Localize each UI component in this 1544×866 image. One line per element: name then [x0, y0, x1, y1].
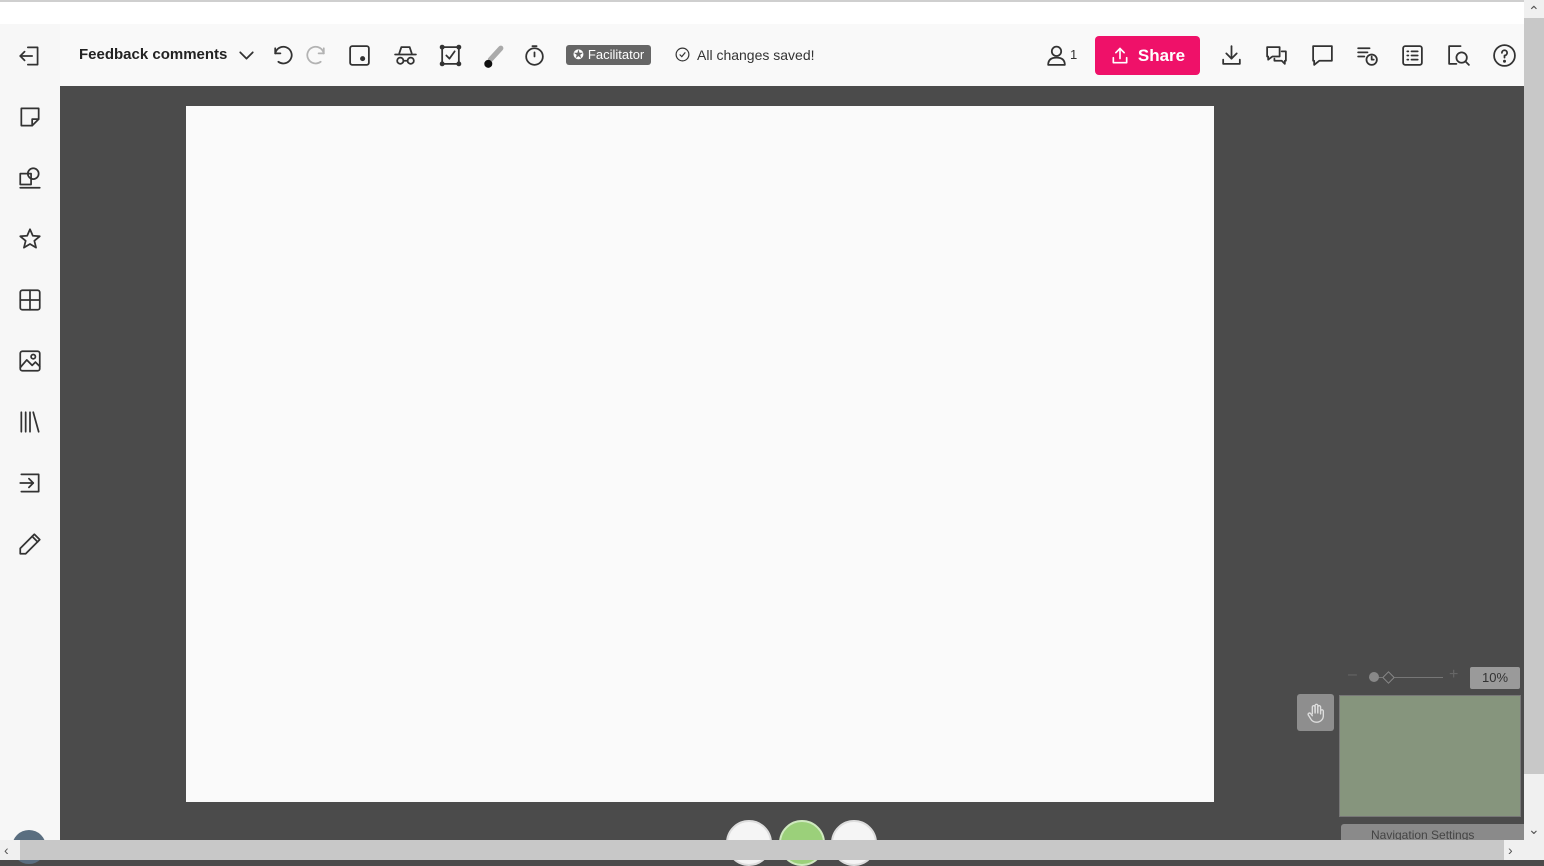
- scroll-down-icon[interactable]: ⌄: [1528, 822, 1540, 836]
- facilitator-icon: ✪: [573, 47, 584, 62]
- navigation-settings-button[interactable]: Navigation Settings: [1341, 824, 1544, 840]
- online-users-count: 1: [1070, 47, 1078, 62]
- vertical-scrollbar-thumb[interactable]: [1524, 18, 1544, 774]
- timer-icon[interactable]: [519, 40, 549, 70]
- share-button[interactable]: Share: [1095, 36, 1200, 75]
- voting-icon[interactable]: [435, 40, 465, 70]
- top-toolbar: Feedback comments ✪ Facilitator All chan…: [60, 24, 1524, 86]
- zoom-controls: – + 10%: [1345, 666, 1521, 689]
- check-circle-icon: [675, 47, 690, 62]
- sticky-note-icon[interactable]: [15, 102, 45, 132]
- grid-icon[interactable]: [15, 285, 45, 315]
- facilitator-badge[interactable]: ✪ Facilitator: [566, 45, 652, 65]
- zoom-slider-handle[interactable]: [1369, 672, 1379, 682]
- highlighter-icon[interactable]: [478, 40, 508, 70]
- horizontal-scrollbar-thumb[interactable]: [20, 840, 1504, 860]
- frame-icon[interactable]: [344, 40, 374, 70]
- facilitator-label: Facilitator: [587, 47, 645, 62]
- help-icon[interactable]: [1489, 40, 1519, 70]
- exit-board-icon[interactable]: [15, 41, 45, 71]
- zoom-out-button[interactable]: –: [1348, 666, 1357, 684]
- download-icon[interactable]: [1216, 40, 1246, 70]
- image-icon[interactable]: [15, 346, 45, 376]
- zoom-level[interactable]: 10%: [1470, 667, 1520, 689]
- top-strip: [0, 2, 1524, 24]
- activity-log-icon[interactable]: [1352, 40, 1382, 70]
- user-icon[interactable]: [1041, 40, 1071, 70]
- left-sidebar: [0, 24, 60, 840]
- zoom-in-button[interactable]: +: [1449, 666, 1458, 684]
- hand-icon: [1307, 703, 1324, 723]
- zoom-slider-track[interactable]: [1369, 677, 1443, 678]
- board-canvas-page[interactable]: [186, 106, 1214, 802]
- comment-icon[interactable]: [1307, 40, 1337, 70]
- pen-icon[interactable]: [15, 529, 45, 559]
- import-icon[interactable]: [15, 468, 45, 498]
- outline-list-icon[interactable]: [1397, 40, 1427, 70]
- save-status-text: All changes saved!: [697, 46, 815, 63]
- undo-icon[interactable]: [267, 40, 297, 70]
- incognito-icon[interactable]: [390, 40, 420, 70]
- library-icon[interactable]: [15, 407, 45, 437]
- chevron-down-icon[interactable]: [231, 40, 261, 70]
- scroll-right-icon[interactable]: ›: [1508, 843, 1513, 857]
- upload-icon: [1112, 47, 1128, 64]
- star-icon[interactable]: [15, 224, 45, 254]
- chat-icon[interactable]: [1261, 40, 1291, 70]
- shapes-icon[interactable]: [15, 163, 45, 193]
- zoom-fit-marker: [1382, 671, 1395, 684]
- redo-icon[interactable]: [301, 40, 331, 70]
- save-status: All changes saved!: [674, 46, 815, 63]
- scroll-left-icon[interactable]: ‹: [4, 843, 9, 857]
- share-label: Share: [1137, 45, 1186, 65]
- minimap[interactable]: [1339, 695, 1521, 817]
- scroll-up-icon[interactable]: ⌃: [1528, 4, 1540, 18]
- pan-hand-button[interactable]: [1297, 694, 1334, 731]
- board-title[interactable]: Feedback comments: [79, 46, 227, 63]
- search-board-icon[interactable]: [1443, 40, 1473, 70]
